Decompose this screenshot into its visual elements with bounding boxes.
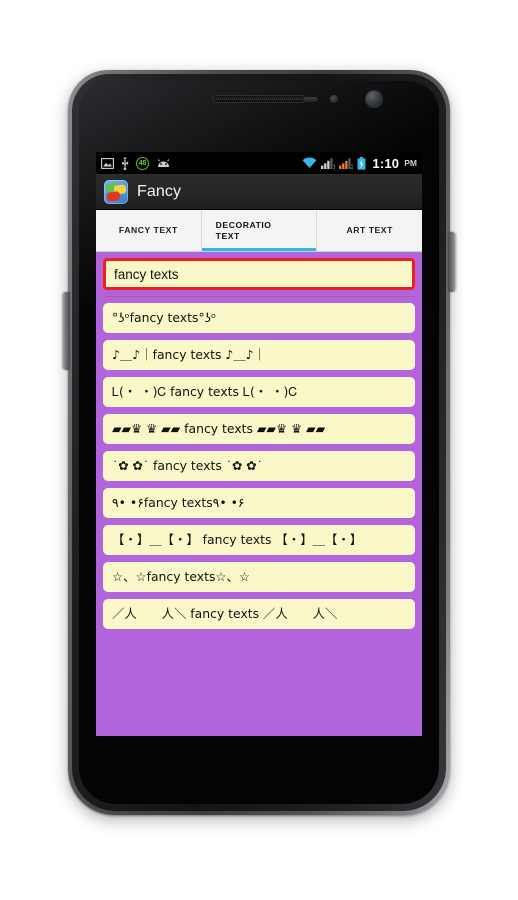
notification-count-label: 48: [138, 159, 147, 167]
list-item-text: °ʖᵒfancy texts°ʖᵒ: [112, 310, 217, 325]
wifi-icon: [303, 157, 317, 168]
divider: [103, 296, 415, 297]
status-bar-right-icons: 1 2 1:10 PM: [302, 156, 417, 171]
phone-screen: 48 1 2 1:10 PM Fancy FANCY TEXT DECORATI…: [96, 152, 422, 736]
app-content: °ʖᵒfancy texts°ʖᵒ ♪＿♪｜fancy texts ♪＿♪｜ Ꮮ…: [96, 252, 422, 736]
list-item[interactable]: ♪＿♪｜fancy texts ♪＿♪｜: [103, 339, 415, 370]
tab-fancy-text[interactable]: FANCY TEXT: [96, 210, 202, 251]
notification-count-badge: 48: [136, 156, 149, 170]
tab-decoration-text[interactable]: DECORATIO TEXT: [201, 210, 318, 251]
usb-icon: [122, 157, 129, 170]
earpiece-mesh: [216, 98, 302, 100]
front-camera-icon: [365, 90, 383, 108]
list-item[interactable]: ˙✿ ✿˙ fancy texts ˙✿ ✿˙: [103, 450, 415, 481]
svg-text:2: 2: [351, 165, 353, 170]
list-item[interactable]: ☆、☆fancy texts☆、☆: [103, 561, 415, 592]
status-bar-left-icons: 48: [101, 156, 171, 170]
list-item-text: ˙✿ ✿˙ fancy texts ˙✿ ✿˙: [112, 457, 263, 473]
light-sensor-icon: [330, 95, 338, 103]
search-input-row: [103, 258, 415, 294]
list-item[interactable]: Ꮮ(・ ・)Ꮯ fancy texts Ꮮ(・ ・)Ꮯ: [103, 376, 415, 407]
result-list: °ʖᵒfancy texts°ʖᵒ ♪＿♪｜fancy texts ♪＿♪｜ Ꮮ…: [103, 303, 415, 629]
tab-art-text-label: ART TEXT: [346, 225, 393, 236]
earpiece-speaker-icon: [212, 95, 306, 103]
app-title: Fancy: [137, 182, 182, 200]
list-item[interactable]: ٩• •۶fancy texts٩• •۶: [103, 487, 415, 518]
list-item-text: 【・】＿【・】 fancy texts 【・】＿【・】: [112, 531, 363, 547]
list-item[interactable]: 【・】＿【・】 fancy texts 【・】＿【・】: [103, 524, 415, 555]
list-item-text: ▰▰♛ ♛ ▰▰ fancy texts ▰▰♛ ♛ ▰▰: [112, 420, 326, 436]
list-item-text: ♪＿♪｜fancy texts ♪＿♪｜: [112, 346, 266, 362]
fancy-app-icon: [104, 179, 128, 204]
tab-bar: FANCY TEXT DECORATIO TEXT ART TEXT: [96, 210, 422, 252]
search-input[interactable]: [103, 258, 415, 290]
status-bar: 48 1 2 1:10 PM: [96, 152, 422, 174]
list-item[interactable]: ／人 人＼ fancy texts ／人 人＼: [103, 598, 415, 629]
proximity-sensor-icon: [304, 97, 318, 102]
battery-charging-icon: [357, 156, 366, 170]
list-item[interactable]: ▰▰♛ ♛ ▰▰ fancy texts ▰▰♛ ♛ ▰▰: [103, 413, 415, 444]
power-button[interactable]: [448, 232, 455, 292]
speech-bubble-red-icon: [106, 190, 121, 202]
list-item-text: ／人 人＼ fancy texts ／人 人＼: [112, 605, 338, 621]
action-bar: Fancy: [96, 174, 422, 210]
signal-bars-icon-1: 1: [321, 158, 335, 170]
tab-fancy-text-label: FANCY TEXT: [118, 225, 178, 236]
list-item-text: ٩• •۶fancy texts٩• •۶: [112, 494, 245, 510]
list-item-text: Ꮮ(・ ・)Ꮯ fancy texts Ꮮ(・ ・)Ꮯ: [112, 383, 298, 399]
list-item-text: ☆、☆fancy texts☆、☆: [112, 568, 251, 584]
signal-bars-icon-2: 2: [339, 158, 353, 170]
volume-button[interactable]: [63, 292, 70, 370]
android-robot-icon: [157, 159, 170, 167]
tab-decoration-text-label: DECORATIO TEXT: [215, 219, 272, 241]
status-bar-ampm: PM: [404, 158, 417, 168]
tab-art-text[interactable]: ART TEXT: [317, 210, 422, 251]
status-bar-clock: 1:10: [372, 155, 400, 171]
list-item[interactable]: °ʖᵒfancy texts°ʖᵒ: [103, 303, 415, 333]
svg-text:1: 1: [333, 165, 335, 170]
screenshot-image-icon: [101, 157, 114, 169]
